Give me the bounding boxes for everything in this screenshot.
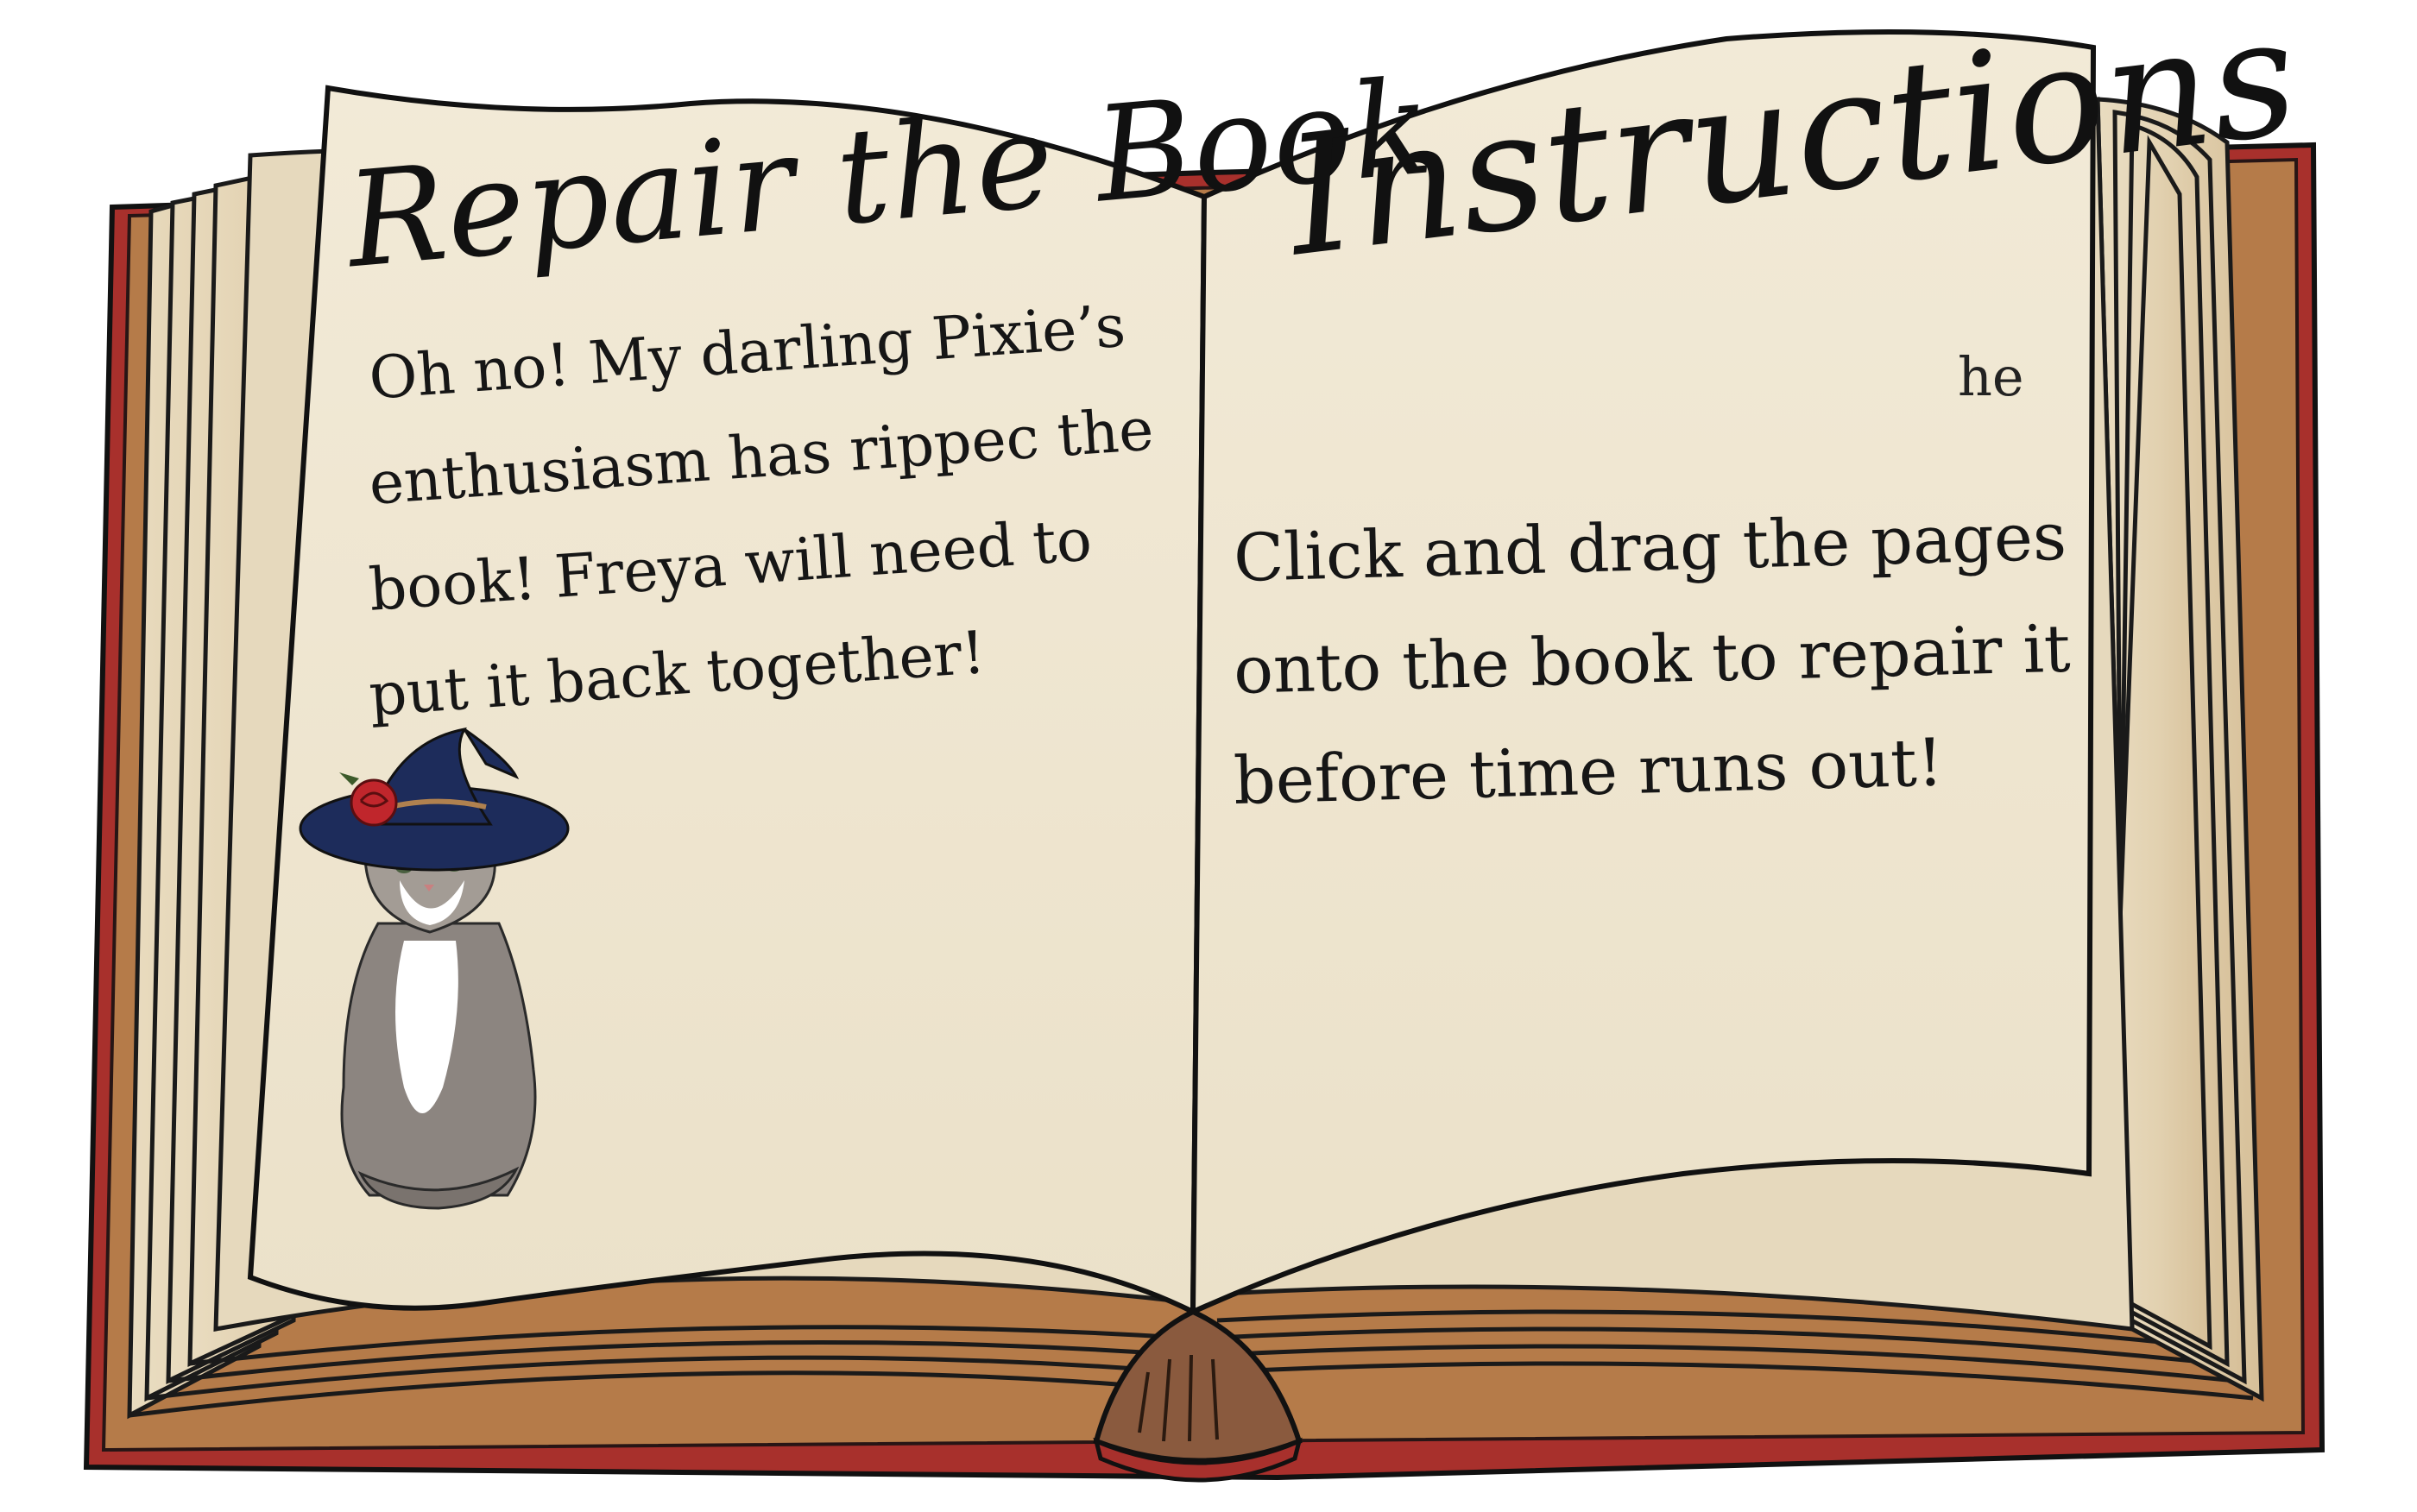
torn-text-fragment: he	[1958, 345, 2024, 408]
witch-cat-icon	[299, 727, 570, 1210]
